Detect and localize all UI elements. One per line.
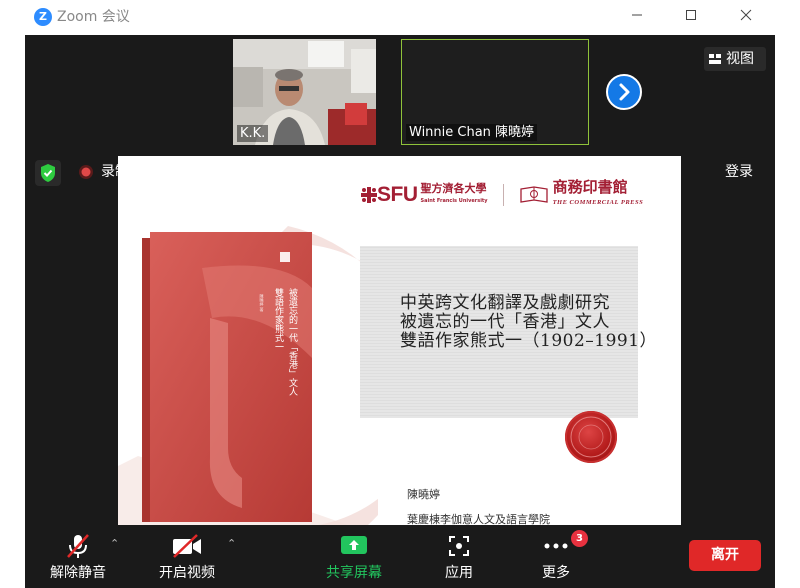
maximize-icon <box>686 10 696 20</box>
publisher-chinese-label: 商務印書館 <box>552 178 628 196</box>
more-label: 更多 <box>542 565 570 581</box>
book-subtitle-text: 雙語作家熊式一 <box>273 287 284 351</box>
publisher-english-label: THE COMMERCIAL PRESS <box>552 199 644 206</box>
apps-icon <box>449 536 469 556</box>
video-camera-off-icon <box>173 534 201 558</box>
logo-bar: SFU 聖方濟各大學 Saint Francis University 商務印書… <box>361 179 644 211</box>
window-title: Zoom 会议 <box>57 9 130 25</box>
leave-button[interactable]: 离开 <box>689 540 761 571</box>
title-bar: Z Zoom 会议 <box>25 0 775 35</box>
book-title-text: 被遺忘的一代「香港」文人 <box>287 287 298 396</box>
meeting-toolbar: 解除静音 ⌃ 开启视频 ⌃ 共享屏幕 应用 更多 3 <box>25 525 775 588</box>
slide-author: 陳曉婷 <box>407 488 440 501</box>
participant-name: K.K. <box>237 125 269 142</box>
record-icon[interactable] <box>77 163 95 181</box>
share-screen-label: 共享屏幕 <box>326 565 382 581</box>
audio-options-caret-icon[interactable]: ⌃ <box>110 537 119 550</box>
sfu-chinese-name: 聖方濟各大學 Saint Francis University <box>421 183 488 207</box>
sfu-cross-icon <box>361 187 377 203</box>
sfu-logo-text: SFU <box>377 183 418 206</box>
security-button[interactable] <box>35 160 61 186</box>
book-cover-image: 被遺忘的一代「香港」文人 雙語作家熊式一 陳曉婷 著 <box>142 232 312 522</box>
start-video-button[interactable]: 开启视频 <box>142 525 232 588</box>
shared-screen-slide: 被遺忘的一代「香港」文人 雙語作家熊式一 陳曉婷 著 SFU 聖方濟各大學 Sa… <box>118 156 681 525</box>
unmute-label: 解除静音 <box>50 565 106 581</box>
participant-name: Winnie Chan 陳曉婷 <box>406 124 538 141</box>
close-button[interactable] <box>732 5 760 29</box>
zoom-logo-icon: Z <box>34 8 52 26</box>
participant-tile-kk[interactable]: K.K. <box>233 39 376 145</box>
share-screen-button[interactable]: 共享屏幕 <box>309 525 399 588</box>
participant-tile-winnie[interactable]: Winnie Chan 陳曉婷 <box>401 39 589 145</box>
microphone-muted-icon <box>67 534 89 558</box>
apps-label: 应用 <box>445 565 473 581</box>
slide-title: 中英跨文化翻譯及戲劇研究 被遺忘的一代「香港」文人 雙語作家熊式一（1902–1… <box>400 293 658 351</box>
chevron-right-icon <box>619 83 630 101</box>
sfu-chinese-label: 聖方濟各大學 <box>420 182 487 195</box>
shield-icon <box>41 164 55 182</box>
view-button[interactable]: 视图 <box>704 47 766 71</box>
red-seal-emblem <box>565 411 617 463</box>
slide-title-line: 被遺忘的一代「香港」文人 <box>400 312 610 332</box>
unmute-button[interactable]: 解除静音 <box>33 525 123 588</box>
more-dots-icon <box>544 543 568 549</box>
more-notification-badge: 3 <box>571 530 588 547</box>
zoom-window: Z Zoom 会议 K.K. Winnie Chan 陳曉婷 视图 录制 登录 … <box>25 0 775 588</box>
minimize-icon <box>632 14 642 16</box>
slide-title-line: 雙語作家熊式一（1902–1991） <box>400 331 658 351</box>
maximize-button[interactable] <box>677 5 705 29</box>
grid-view-icon <box>709 54 721 64</box>
seal-ring <box>570 416 612 458</box>
svg-text:陳曉婷 著: 陳曉婷 著 <box>260 293 265 312</box>
slide-affiliation: 葉慶棟李伽意人文及語言學院 <box>407 513 550 525</box>
slide-title-line: 中英跨文化翻譯及戲劇研究 <box>400 293 610 313</box>
signin-button[interactable]: 登录 <box>725 163 753 181</box>
apps-button[interactable]: 应用 <box>414 525 504 588</box>
next-page-button[interactable] <box>606 74 642 110</box>
commercial-press-logo: 商務印書館 THE COMMERCIAL PRESS <box>553 179 644 211</box>
view-label: 视图 <box>726 51 754 67</box>
close-icon <box>740 9 752 21</box>
video-options-caret-icon[interactable]: ⌃ <box>227 537 236 550</box>
more-button[interactable]: 更多 <box>511 525 601 588</box>
minimize-button[interactable] <box>623 5 651 29</box>
start-video-label: 开启视频 <box>159 565 215 581</box>
sfu-english-name: Saint Francis University <box>420 198 488 204</box>
share-screen-icon <box>341 536 367 554</box>
commercial-press-book-icon <box>519 186 548 203</box>
logo-divider <box>502 184 504 206</box>
